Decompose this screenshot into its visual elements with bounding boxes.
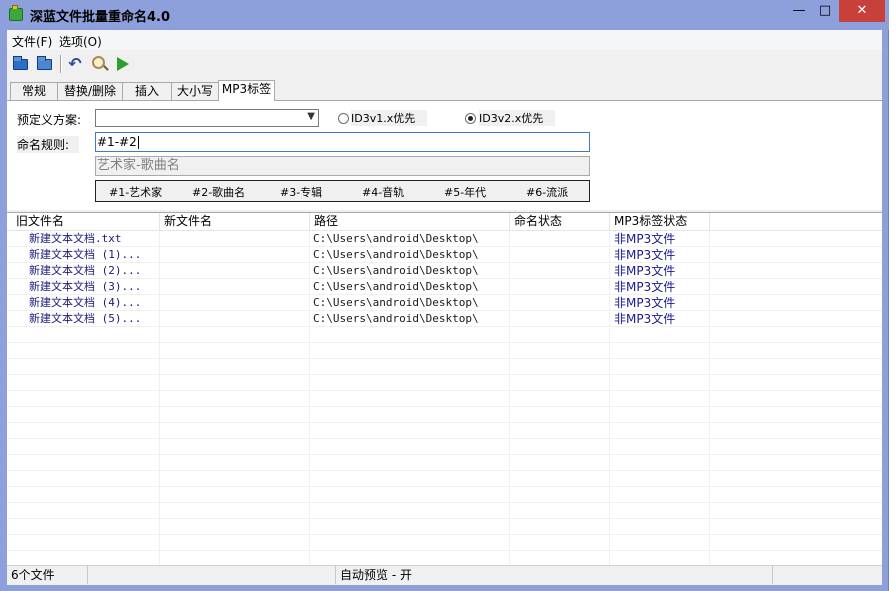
mp3-status-cell: 非MP3文件 <box>614 264 676 278</box>
row-grid-line <box>7 374 882 375</box>
undo-icon[interactable]: ↶ <box>66 55 84 73</box>
radio-id3v2-label[interactable]: ID3v2.x优先 <box>479 110 556 126</box>
row-grid-line <box>7 342 882 343</box>
minimize-button[interactable]: — <box>786 0 812 22</box>
tag-genre[interactable]: #6-流派 <box>526 184 568 200</box>
tag-title[interactable]: #2-歌曲名 <box>192 184 245 200</box>
column-new-name[interactable]: 新文件名 <box>160 213 310 230</box>
chevron-down-icon[interactable]: ▼ <box>307 111 315 122</box>
old-name-cell: 新建文本文档.txt <box>29 232 122 245</box>
table-row[interactable]: 新建文本文档 (5)... C:\Users\android\Desktop\ … <box>7 311 882 327</box>
row-grid-line <box>7 502 882 503</box>
file-list[interactable]: 旧文件名 新文件名 路径 命名状态 MP3标签状态 新建文本文档.txt C:\… <box>7 212 882 566</box>
old-name-cell: 新建文本文档 (2)... <box>29 264 142 277</box>
run-icon[interactable] <box>114 55 132 73</box>
table-row[interactable]: 新建文本文档 (3)... C:\Users\android\Desktop\ … <box>7 279 882 295</box>
row-grid-line <box>7 422 882 423</box>
column-rename-status[interactable]: 命名状态 <box>510 213 610 230</box>
tab-general[interactable]: 常规 <box>10 82 58 100</box>
mp3-status-cell: 非MP3文件 <box>614 296 676 310</box>
status-bar: 6个文件 自动预览 - 开 <box>7 565 882 585</box>
old-name-cell: 新建文本文档 (5)... <box>29 312 142 325</box>
preview-value: 艺术家-歌曲名 <box>97 158 180 173</box>
rule-label: 命名规则: <box>17 136 80 153</box>
row-grid-line <box>7 470 882 471</box>
app-icon <box>9 5 23 21</box>
row-grid-line <box>7 358 882 359</box>
menu-bar: 文件(F) 选项(O) <box>7 30 882 50</box>
column-path[interactable]: 路径 <box>310 213 510 230</box>
table-row[interactable]: 新建文本文档.txt C:\Users\android\Desktop\ 非MP… <box>7 231 882 247</box>
maximize-button[interactable]: □ <box>812 0 838 22</box>
tag-track[interactable]: #4-音轨 <box>362 184 404 200</box>
preset-combo[interactable]: ▼ <box>95 109 319 127</box>
status-middle <box>88 566 336 584</box>
tag-legend: #1-艺术家 #2-歌曲名 #3-专辑 #4-音轨 #5-年代 #6-流派 <box>95 180 590 202</box>
mp3-tag-panel: 预定义方案: ▼ ID3v1.x优先 ID3v2.x优先 命名规则: #1-#2… <box>7 100 882 210</box>
radio-id3v2[interactable] <box>465 113 476 124</box>
tab-replace-delete[interactable]: 替换/删除 <box>57 82 123 100</box>
preview-search-icon[interactable] <box>90 55 108 73</box>
column-mp3-status[interactable]: MP3标签状态 <box>610 213 710 230</box>
table-row[interactable]: 新建文本文档 (2)... C:\Users\android\Desktop\ … <box>7 263 882 279</box>
path-cell: C:\Users\android\Desktop\ <box>313 232 479 245</box>
path-cell: C:\Users\android\Desktop\ <box>313 312 479 325</box>
row-grid-line <box>7 406 882 407</box>
mp3-status-cell: 非MP3文件 <box>614 312 676 326</box>
tab-insert[interactable]: 插入 <box>122 82 172 100</box>
list-header: 旧文件名 新文件名 路径 命名状态 MP3标签状态 <box>7 213 882 231</box>
app-window: 深蓝文件批量重命名4.0 — □ ✕ 文件(F) 选项(O) ↶ 常规 替换/删… <box>0 0 889 591</box>
tab-mp3-tags[interactable]: MP3标签 <box>218 80 275 101</box>
radio-id3v1-label[interactable]: ID3v1.x优先 <box>351 110 428 126</box>
row-grid-line <box>7 550 882 551</box>
list-body: 新建文本文档.txt C:\Users\android\Desktop\ 非MP… <box>7 231 882 566</box>
row-grid-line <box>7 534 882 535</box>
old-name-cell: 新建文本文档 (1)... <box>29 248 142 261</box>
tab-strip: 常规 替换/删除 插入 大小写 MP3标签 <box>7 80 882 101</box>
row-grid-line <box>7 438 882 439</box>
row-grid-line <box>7 518 882 519</box>
tag-artist[interactable]: #1-艺术家 <box>109 184 162 200</box>
tag-album[interactable]: #3-专辑 <box>280 184 322 200</box>
mp3-status-cell: 非MP3文件 <box>614 248 676 262</box>
open-folder-icon[interactable] <box>12 55 30 73</box>
status-auto-preview: 自动预览 - 开 <box>336 566 773 584</box>
close-button[interactable]: ✕ <box>839 0 885 22</box>
menu-options[interactable]: 选项(O) <box>59 33 102 50</box>
status-file-count: 6个文件 <box>7 566 88 584</box>
path-cell: C:\Users\android\Desktop\ <box>313 264 479 277</box>
path-cell: C:\Users\android\Desktop\ <box>313 296 479 309</box>
path-cell: C:\Users\android\Desktop\ <box>313 280 479 293</box>
table-row[interactable]: 新建文本文档 (4)... C:\Users\android\Desktop\ … <box>7 295 882 311</box>
title-bar[interactable]: 深蓝文件批量重命名4.0 — □ ✕ <box>0 0 889 30</box>
path-cell: C:\Users\android\Desktop\ <box>313 248 479 261</box>
naming-rule-value: #1-#2 <box>97 135 137 149</box>
mp3-status-cell: 非MP3文件 <box>614 232 676 246</box>
table-row[interactable]: 新建文本文档 (1)... C:\Users\android\Desktop\ … <box>7 247 882 263</box>
preset-label: 预定义方案: <box>17 113 82 127</box>
radio-id3v1[interactable] <box>338 113 349 124</box>
toolbar: ↶ <box>7 51 882 77</box>
menu-file[interactable]: 文件(F) <box>12 33 52 50</box>
toolbar-separator <box>60 55 62 73</box>
open-folder-icon[interactable] <box>36 55 54 73</box>
row-grid-line <box>7 486 882 487</box>
column-old-name[interactable]: 旧文件名 <box>7 213 160 230</box>
mp3-status-cell: 非MP3文件 <box>614 280 676 294</box>
window-title: 深蓝文件批量重命名4.0 <box>30 10 171 25</box>
client-area: 文件(F) 选项(O) ↶ 常规 替换/删除 插入 大小写 MP3标签 预定义方… <box>7 30 882 585</box>
old-name-cell: 新建文本文档 (3)... <box>29 280 142 293</box>
row-grid-line <box>7 390 882 391</box>
old-name-cell: 新建文本文档 (4)... <box>29 296 142 309</box>
naming-rule-input[interactable]: #1-#2 <box>95 132 590 152</box>
row-grid-line <box>7 454 882 455</box>
text-caret <box>137 136 139 149</box>
preview-field: 艺术家-歌曲名 <box>95 156 590 176</box>
tag-year[interactable]: #5-年代 <box>444 184 486 200</box>
tab-case[interactable]: 大小写 <box>171 82 219 100</box>
